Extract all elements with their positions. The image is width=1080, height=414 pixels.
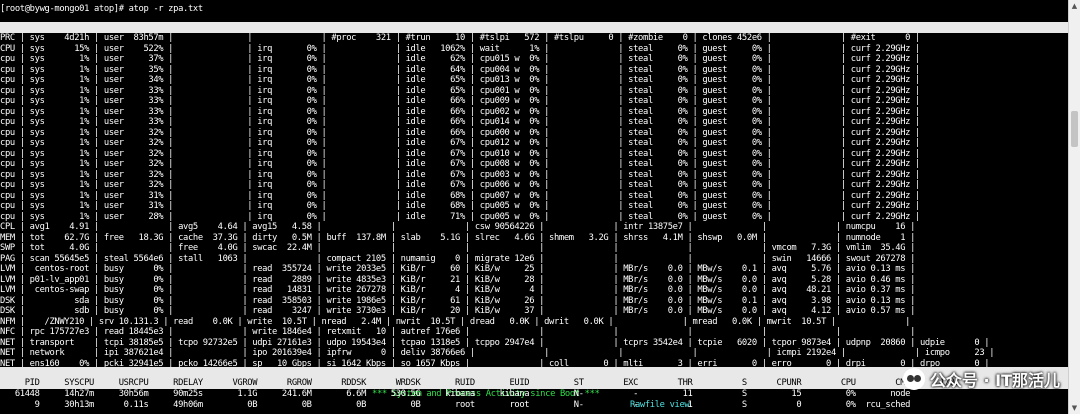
system-stat-row: cpu | sys 1% | user 33% | | irq 0% | | i…	[0, 85, 920, 96]
system-stat-row: NFC | rpc 175727e3 | read 18445e3 | | wr…	[0, 327, 916, 337]
vertical-scrollbar[interactable]: ▲ ▼	[1068, 0, 1080, 414]
system-stat-row: cpu | sys 1% | user 28% | | irq 0% | | i…	[0, 211, 920, 222]
watermark: 公众号 · IT那活儿	[902, 365, 1060, 393]
terminal-screen[interactable]: [root@bywg-mongo01 atop]# atop -r zpa.tx…	[0, 0, 1068, 414]
system-stat-row: cpu | sys 1% | user 31% | | irq 0% | | i…	[0, 201, 920, 211]
atop-header-bar: ATOP - bywg-mongo01 2023/11/14 10:56:34 …	[0, 22, 1068, 76]
system-stat-row: cpu | sys 1% | user 33% | | irq 0% | | i…	[0, 117, 920, 127]
system-stat-row: cpu | sys 1% | user 34% | | irq 0% | | i…	[0, 75, 920, 85]
system-stat-row: cpu | sys 1% | user 33% | | irq 0% | | i…	[0, 106, 920, 117]
system-stat-row: LVM | centos-swap | busy 0% | | read 148…	[0, 285, 916, 295]
system-stat-row: LVM | p01-lv_app01 | busy 0% | | read 28…	[0, 274, 916, 285]
system-stat-row: cpu | sys 1% | user 31% | | irq 0% | | i…	[0, 190, 920, 201]
system-stat-row: NFM | /ZNWY210 | srv 10.131.3 | read 0.0…	[0, 316, 911, 327]
system-stat-row: DSK | sda | busy 0% | | read 358503 | wr…	[0, 295, 916, 306]
system-stat-row: PAG | scan 55645e5 | steal 5564e6 | stal…	[0, 253, 916, 264]
system-stat-row: PRC | sys 4d21h | user 83h57m | | | #pro…	[0, 33, 920, 43]
system-stat-row: cpu | sys 1% | user 32% | | irq 0% | | i…	[0, 127, 920, 138]
system-stat-row: NET | network | ipi 387621e4 | | ipo 201…	[0, 348, 995, 358]
scroll-down-arrow-icon[interactable]: ▼	[1069, 402, 1080, 414]
command-line: [root@bywg-mongo01 atop]# atop -r zpa.tx…	[0, 4, 203, 14]
system-stat-row: cpu | sys 1% | user 33% | | irq 0% | | i…	[0, 96, 920, 106]
system-stat-row: DSK | sdb | busy 0% | | read 3247 | writ…	[0, 306, 916, 316]
system-stat-row: CPU | sys 15% | user 522% | | irq 0% | |…	[0, 43, 920, 54]
system-stat-row: cpu | sys 1% | user 32% | | irq 0% | | i…	[0, 159, 920, 169]
watermark-text: 公众号 · IT那活儿	[929, 371, 1060, 390]
process-row[interactable]: 9 30h13m 0.11s 49h06m 0B 0B 0B 0B root r…	[0, 400, 1068, 411]
system-stat-row: cpu | sys 1% | user 32% | | irq 0% | | i…	[0, 169, 920, 180]
system-stat-row: NET | transport | tcpi 38185e5 | tcpo 92…	[0, 337, 990, 348]
system-stat-row: cpu | sys 1% | user 32% | | irq 0% | | i…	[0, 180, 920, 190]
system-stat-row: cpu | sys 1% | user 37% | | irq 0% | | i…	[0, 54, 920, 64]
scroll-thumb[interactable]	[1071, 111, 1078, 148]
system-stat-row: MEM | tot 62.7G | free 18.3G | cache 37.…	[0, 232, 916, 243]
system-stat-row: CPL | avg1 4.91 | | avg5 4.64 | avg15 4.…	[0, 222, 916, 232]
system-stat-row: LVM | centos-root | busy 0% | | read 355…	[0, 264, 916, 274]
wechat-icon	[902, 368, 925, 390]
system-stat-row: SWP | tot 4.0G | | free 4.0G | swcac 22.…	[0, 243, 916, 253]
scroll-up-arrow-icon[interactable]: ▲	[1069, 0, 1080, 12]
system-stat-row: cpu | sys 1% | user 32% | | irq 0% | | i…	[0, 148, 920, 159]
system-stat-row: cpu | sys 1% | user 35% | | irq 0% | | i…	[0, 64, 920, 75]
system-stat-row: cpu | sys 1% | user 32% | | irq 0% | | i…	[0, 138, 920, 148]
